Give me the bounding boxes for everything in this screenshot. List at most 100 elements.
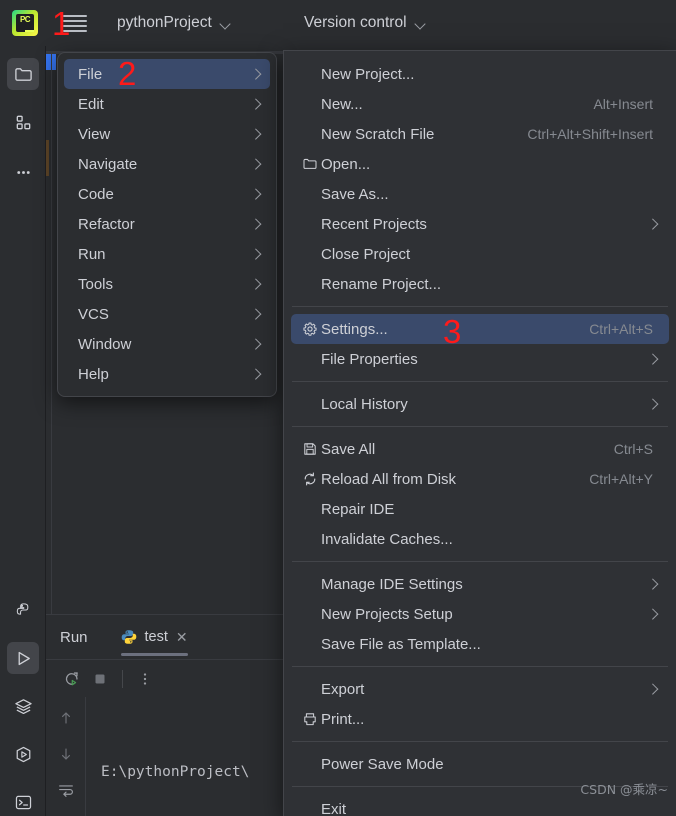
chevron-right-icon [252,100,260,108]
file-menu-item-label: New Scratch File [321,125,435,143]
menu-item-label: Run [78,245,106,263]
menu-separator [292,306,668,307]
soft-wrap-button[interactable] [55,779,77,801]
menu-item-file[interactable]: File [64,59,270,89]
file-menu-item-reload-all-from-disk[interactable]: Reload All from Disk Ctrl+Alt+Y [291,464,669,494]
python-icon [121,630,136,644]
file-menu-item-print[interactable]: Print... [291,704,669,734]
menu-item-refactor[interactable]: Refactor [64,209,270,239]
file-menu-item-manage-ide-settings[interactable]: Manage IDE Settings [291,569,669,599]
scroll-down-button[interactable] [55,743,77,765]
version-control-dropdown[interactable]: Version control [304,11,425,35]
file-menu-item-save-file-as-template[interactable]: Save File as Template... [291,629,669,659]
sidebar-item-terminal[interactable] [7,786,39,816]
rerun-icon [65,671,78,685]
run-tab-underline [120,653,188,656]
menu-item-navigate[interactable]: Navigate [64,149,270,179]
file-menu-item-label: Save As... [321,185,389,203]
file-menu-item-export[interactable]: Export [291,674,669,704]
up-arrow-icon [61,712,70,724]
project-folder-icon [14,67,32,81]
toolbar-separator [122,669,123,688]
menu-item-run[interactable]: Run [64,239,270,269]
file-menu-item-label: Open... [321,155,371,173]
file-menu-item-open[interactable]: Open... [291,149,669,179]
file-menu-item-save-all[interactable]: Save All Ctrl+S [291,434,669,464]
menu-item-window[interactable]: Window [64,329,270,359]
scroll-up-button[interactable] [55,707,77,729]
run-tab-test[interactable]: test ✕ [120,615,188,659]
file-menu-item-label: Recent Projects [321,215,427,233]
sidebar-item-project[interactable] [7,58,39,90]
menu-item-edit[interactable]: Edit [64,89,270,119]
file-menu-item-new-projects-setup[interactable]: New Projects Setup [291,599,669,629]
chevron-right-icon [649,220,657,228]
run-window-title: Run [60,628,88,646]
file-menu-item-label: Rename Project... [321,275,442,293]
gear-icon-slot [299,321,321,337]
menu-item-label: VCS [78,305,109,323]
main-menu-icon[interactable] [63,11,87,35]
services-icon [14,698,32,714]
sidebar-item-structure[interactable] [7,106,39,138]
project-panel-divider [51,54,52,614]
chevron-right-icon [649,610,657,618]
file-menu-item-new[interactable]: New... Alt+Insert [291,89,669,119]
file-menu-item-file-properties[interactable]: File Properties [291,344,669,374]
file-menu-item-new-project[interactable]: New Project... [291,59,669,89]
file-menu-item-invalidate-caches[interactable]: Invalidate Caches... [291,524,669,554]
structure-icon [16,115,30,129]
menu-item-vcs[interactable]: VCS [64,299,270,329]
file-menu-item-label: Reload All from Disk [321,470,457,488]
file-menu-item-save-as[interactable]: Save As... [291,179,669,209]
project-name-label: pythonProject [117,14,212,31]
chevron-right-icon [252,220,260,228]
file-menu-item-shortcut: Ctrl+Alt+Shift+Insert [527,126,653,142]
stop-button[interactable] [86,665,114,693]
sidebar-item-debug[interactable] [7,738,39,770]
menu-item-help[interactable]: Help [64,359,270,389]
folder-icon [303,158,317,169]
soft-wrap-icon [58,785,73,797]
menu-separator [292,381,668,382]
print-icon-slot [299,711,321,727]
rerun-button[interactable] [58,665,86,693]
title-bar: PC pythonProject Version control [0,0,676,46]
menu-item-code[interactable]: Code [64,179,270,209]
close-icon[interactable]: ✕ [176,630,188,644]
sidebar-item-services[interactable] [7,690,39,722]
folder-icon-slot [299,156,321,172]
menu-item-label: Refactor [78,215,135,233]
sidebar-item-python-console[interactable] [7,594,39,626]
file-menu-item-label: Close Project [321,245,411,263]
file-menu-item-label: New Projects Setup [321,605,453,623]
file-menu-item-local-history[interactable]: Local History [291,389,669,419]
file-menu-item-recent-projects[interactable]: Recent Projects [291,209,669,239]
project-name-dropdown[interactable]: pythonProject [117,11,230,35]
file-menu-item-power-save-mode[interactable]: Power Save Mode [291,749,669,779]
menu-item-label: View [78,125,111,143]
file-menu-item-rename-project[interactable]: Rename Project... [291,269,669,299]
menu-item-view[interactable]: View [64,119,270,149]
chevron-right-icon [252,190,260,198]
run-icon [18,651,30,665]
file-menu-item-new-scratch-file[interactable]: New Scratch File Ctrl+Alt+Shift+Insert [291,119,669,149]
sidebar-item-more[interactable] [7,156,39,188]
more-options-button[interactable] [131,665,159,693]
file-menu-item-repair-ide[interactable]: Repair IDE [291,494,669,524]
file-menu-item-label: Save All [321,440,376,458]
chevron-right-icon [252,160,260,168]
menu-item-tools[interactable]: Tools [64,269,270,299]
left-tool-strip [0,46,46,816]
file-menu-item-close-project[interactable]: Close Project [291,239,669,269]
menu-separator [292,561,668,562]
chevron-right-icon [252,340,260,348]
reload-icon-slot [299,471,321,487]
file-menu-item-shortcut: Ctrl+Alt+Y [589,471,653,487]
file-menu-item-shortcut: Ctrl+Alt+S [589,321,653,337]
file-menu-item-shortcut: Ctrl+S [613,441,653,457]
sidebar-item-run[interactable] [7,642,39,674]
chevron-right-icon [649,355,657,363]
file-menu-item-settings[interactable]: Settings... Ctrl+Alt+S [291,314,669,344]
file-menu-item-label: Manage IDE Settings [321,575,463,593]
